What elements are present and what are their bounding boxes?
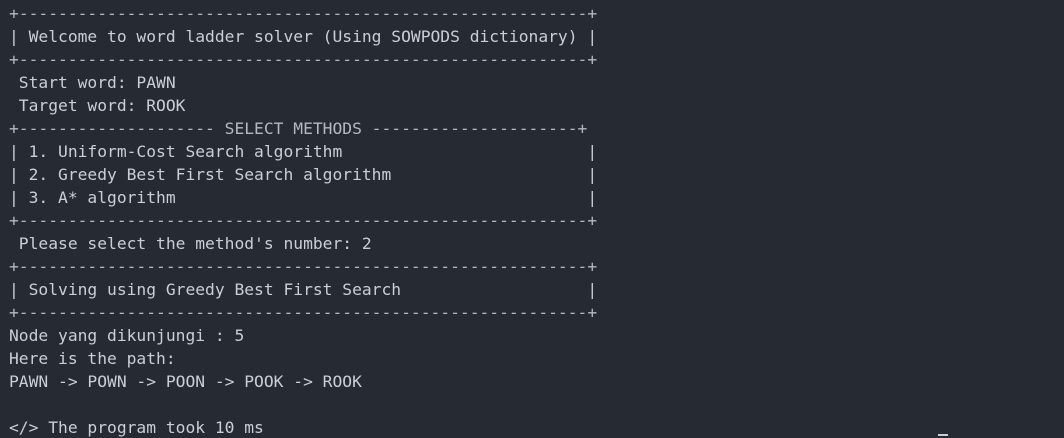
solving-status: | Solving using Greedy Best First Search… [9, 280, 598, 299]
method-selection-prompt: Please select the method's number: 2 [9, 234, 372, 253]
path-heading: Here is the path: [9, 349, 176, 368]
execution-time-line: </> The program took 10 ms [9, 418, 264, 437]
method-option-2: | 2. Greedy Best First Search algorithm … [9, 165, 598, 184]
method-option-3: | 3. A* algorithm | [9, 188, 598, 207]
methods-box-bottom-border: +---------------------------------------… [9, 211, 598, 230]
welcome-box-bottom-border: +---------------------------------------… [9, 50, 598, 69]
start-word-line: Start word: PAWN [9, 73, 176, 92]
target-word-line: Target word: ROOK [9, 96, 186, 115]
path-result: PAWN -> POWN -> POON -> POOK -> ROOK [9, 372, 362, 391]
welcome-box-top-border: +---------------------------------------… [9, 4, 598, 23]
solving-box-bottom-border: +---------------------------------------… [9, 303, 598, 322]
welcome-title: | Welcome to word ladder solver (Using S… [9, 27, 598, 46]
nodes-visited-line: Node yang dikunjungi : 5 [9, 326, 245, 345]
terminal-cursor [938, 434, 948, 436]
solving-box-top-border: +---------------------------------------… [9, 257, 598, 276]
method-option-1: | 1. Uniform-Cost Search algorithm | [9, 142, 598, 161]
terminal-output: +---------------------------------------… [9, 2, 1059, 438]
methods-box-header: +-------------------- SELECT METHODS ---… [9, 119, 588, 138]
